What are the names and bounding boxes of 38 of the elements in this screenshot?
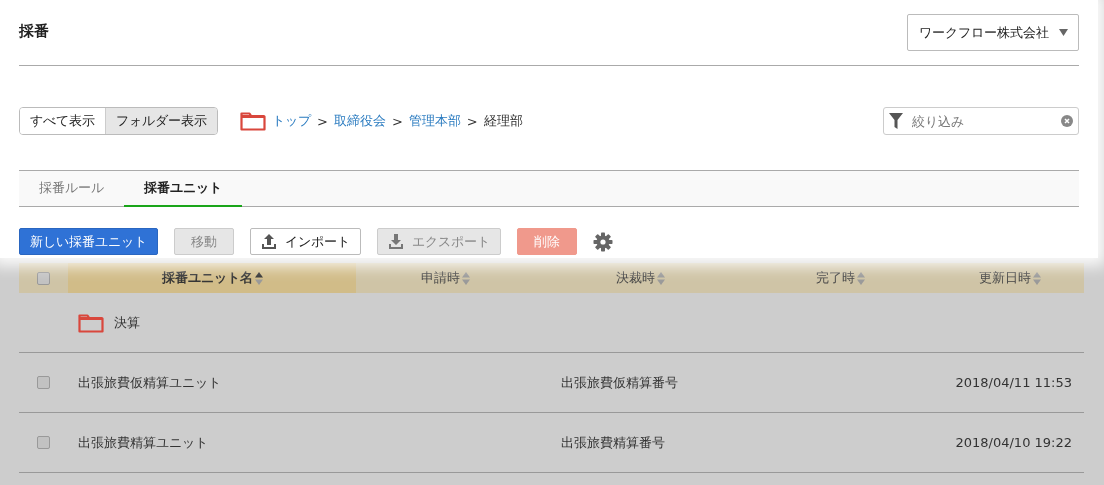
- import-button[interactable]: インポート: [250, 228, 361, 255]
- select-all-checkbox[interactable]: [37, 271, 50, 285]
- column-header[interactable]: 申請時: [421, 269, 460, 287]
- folder-icon: [78, 312, 104, 333]
- caret-icon: [1059, 29, 1068, 36]
- row-checkbox[interactable]: [37, 376, 50, 389]
- table-cell: 2018/04/10 19:22: [955, 435, 1072, 450]
- breadcrumb-separator: >: [466, 113, 478, 129]
- filter-field[interactable]: 絞り込み: [883, 107, 1079, 135]
- table-cell: 出張旅費仮精算番号: [561, 373, 678, 392]
- column-header[interactable]: 決裁時: [615, 269, 655, 287]
- breadcrumb-separator: >: [391, 113, 403, 129]
- table-cell: 2018/04/11 11:53: [955, 375, 1072, 390]
- sort-icon[interactable]: [254, 271, 263, 285]
- unit-name[interactable]: 出張旅費精算ユニット: [78, 433, 208, 452]
- page-title: 採番: [19, 22, 49, 41]
- upload-icon: [261, 233, 277, 250]
- unit-name[interactable]: 出張旅費仮精算ユニット: [78, 373, 221, 392]
- filter-icon: [889, 113, 903, 129]
- breadcrumb-link[interactable]: 管理本部: [408, 112, 461, 130]
- company-dropdown[interactable]: ワークフロー株式会社: [907, 14, 1079, 51]
- breadcrumb-current: 経理部: [483, 112, 523, 130]
- download-icon: [388, 233, 404, 250]
- column-header[interactable]: 完了時: [815, 269, 855, 287]
- tab[interactable]: 採番ルール: [19, 171, 124, 207]
- folder-icon: [240, 111, 266, 131]
- tab[interactable]: 採番ユニット: [124, 171, 242, 207]
- clear-icon[interactable]: [1061, 115, 1073, 127]
- row-checkbox[interactable]: [37, 436, 50, 449]
- view-toggle-button[interactable]: フォルダー表示: [105, 108, 217, 134]
- settings-icon[interactable]: [593, 231, 613, 252]
- new-unit-button[interactable]: 新しい採番ユニット: [19, 228, 158, 255]
- breadcrumb-link[interactable]: トップ: [272, 112, 311, 130]
- breadcrumb-link[interactable]: 取締役会: [333, 112, 386, 130]
- table-cell: 出張旅費精算番号: [561, 433, 665, 452]
- column-header[interactable]: 採番ユニット名: [161, 269, 253, 287]
- breadcrumb-separator: >: [317, 113, 328, 129]
- folder-name[interactable]: 決算: [114, 313, 140, 332]
